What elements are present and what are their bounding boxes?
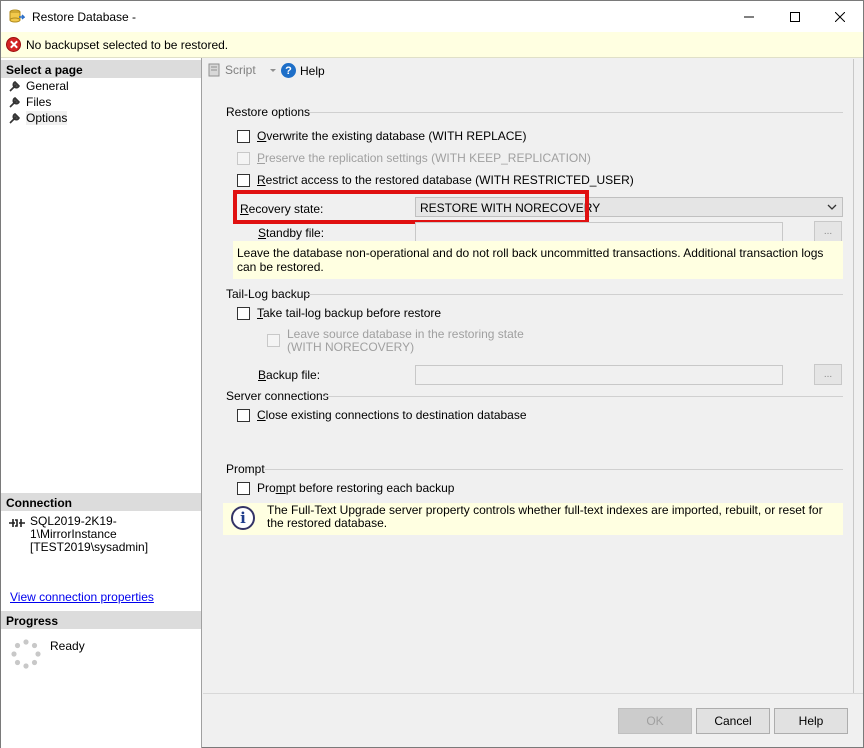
- close-connections-label: Close existing connections to destinatio…: [257, 408, 527, 422]
- standby-file-input[interactable]: [415, 222, 783, 242]
- progress-spinner-icon: [11, 639, 41, 669]
- backup-file-label: Backup file:: [258, 368, 321, 382]
- page-item-options[interactable]: Options: [9, 110, 68, 126]
- prompt-title: Prompt: [226, 462, 265, 476]
- help-toolbar-button[interactable]: ? Help: [281, 63, 325, 78]
- standby-browse-button[interactable]: ...: [814, 221, 842, 242]
- close-icon: [835, 11, 845, 22]
- take-tail-log-checkbox-row[interactable]: Take tail-log backup before restore: [237, 306, 441, 320]
- minimize-button[interactable]: [726, 1, 772, 32]
- vertical-scrollbar[interactable]: [853, 59, 863, 699]
- close-connections-checkbox-row[interactable]: Close existing connections to destinatio…: [237, 408, 527, 422]
- overwrite-label: Overwrite the existing database (WITH RE…: [257, 129, 527, 143]
- recovery-state-hint: Leave the database non-operational and d…: [233, 241, 843, 279]
- dialog-footer: OK Cancel Help: [203, 693, 863, 747]
- wrench-icon: [9, 81, 20, 92]
- error-message: No backupset selected to be restored.: [26, 38, 229, 52]
- connection-header: Connection: [1, 493, 201, 511]
- preserve-replication-checkbox-row: Preserve the replication settings (WITH …: [237, 151, 591, 165]
- connection-icon: [9, 519, 25, 527]
- group-divider: [309, 112, 843, 113]
- script-icon: [208, 63, 220, 77]
- connection-server: SQL2019-2K19-1\MirrorInstance: [30, 514, 117, 541]
- restrict-access-label: Restrict access to the restored database…: [257, 173, 634, 187]
- prompt-before-restore-checkbox[interactable]: [237, 481, 250, 495]
- prompt-before-restore-checkbox-row[interactable]: Prompt before restoring each backup: [237, 481, 454, 495]
- group-divider: [307, 294, 843, 295]
- view-connection-properties-link[interactable]: View connection properties: [10, 590, 154, 604]
- minimize-icon: [744, 16, 754, 17]
- window-title: Restore Database -: [32, 10, 137, 24]
- wrench-icon: [9, 97, 20, 108]
- page-item-files[interactable]: Files: [9, 94, 51, 110]
- restore-options-title: Restore options: [226, 105, 311, 119]
- page-item-label: General: [26, 79, 69, 93]
- help-button[interactable]: Help: [774, 708, 848, 734]
- progress-header: Progress: [1, 611, 201, 629]
- chevron-down-icon: [827, 204, 837, 210]
- restrict-access-checkbox[interactable]: [237, 173, 250, 187]
- maximize-icon: [790, 11, 800, 22]
- options-page: Restore options Overwrite the existing d…: [203, 83, 853, 693]
- info-icon: i: [231, 506, 255, 530]
- page-item-general[interactable]: General: [9, 78, 69, 94]
- script-button[interactable]: Script: [207, 63, 278, 77]
- leave-source-label: Leave source database in the restoring s…: [287, 327, 524, 354]
- tail-log-title: Tail-Log backup: [226, 287, 311, 301]
- backup-file-input[interactable]: [415, 365, 783, 385]
- prompt-before-restore-label: Prompt before restoring each backup: [257, 481, 455, 495]
- restore-database-window: Restore Database - No backupset selected…: [0, 0, 864, 748]
- close-connections-checkbox[interactable]: [237, 408, 250, 422]
- chevron-down-icon: [269, 69, 276, 72]
- help-toolbar-label: Help: [300, 63, 325, 78]
- restrict-access-checkbox-row[interactable]: Restrict access to the restored database…: [237, 173, 634, 187]
- standby-file-label: Standby file:: [258, 226, 325, 240]
- title-bar: Restore Database -: [1, 1, 863, 32]
- preserve-replication-label: Preserve the replication settings (WITH …: [257, 151, 591, 165]
- toolbar: Script ? Help: [203, 59, 863, 83]
- progress-status: Ready: [50, 639, 85, 653]
- select-page-header: Select a page: [1, 60, 201, 78]
- ok-button[interactable]: OK: [618, 708, 692, 734]
- page-item-label: Options: [26, 111, 68, 125]
- script-label: Script: [225, 63, 256, 77]
- wrench-icon: [9, 113, 20, 124]
- leave-source-checkbox: [267, 334, 280, 347]
- backup-file-browse-button[interactable]: ...: [814, 364, 842, 385]
- group-divider: [323, 396, 843, 397]
- full-text-info-text: The Full-Text Upgrade server property co…: [267, 503, 823, 530]
- cancel-button[interactable]: Cancel: [696, 708, 770, 734]
- database-restore-icon: [9, 9, 25, 23]
- group-divider: [265, 469, 843, 470]
- full-text-info-box: i The Full-Text Upgrade server property …: [223, 503, 843, 535]
- connection-user: [TEST2019\sysadmin]: [30, 540, 149, 554]
- connection-info: SQL2019-2K19-1\MirrorInstance [TEST2019\…: [30, 515, 201, 554]
- error-infobar: No backupset selected to be restored.: [1, 32, 863, 58]
- server-connections-title: Server connections: [226, 389, 329, 403]
- left-panel: Select a page General Files Options Conn…: [1, 58, 202, 748]
- leave-source-checkbox-row: Leave source database in the restoring s…: [267, 328, 524, 354]
- recovery-state-highlight: [233, 190, 589, 224]
- error-icon: [6, 37, 21, 52]
- preserve-replication-checkbox: [237, 151, 250, 165]
- help-icon: ?: [281, 63, 296, 78]
- page-item-label: Files: [26, 95, 52, 109]
- close-button[interactable]: [817, 1, 863, 32]
- take-tail-log-label: Take tail-log backup before restore: [257, 306, 442, 320]
- maximize-button[interactable]: [772, 1, 818, 32]
- overwrite-checkbox[interactable]: [237, 129, 250, 143]
- overwrite-checkbox-row[interactable]: Overwrite the existing database (WITH RE…: [237, 129, 526, 143]
- take-tail-log-checkbox[interactable]: [237, 306, 250, 320]
